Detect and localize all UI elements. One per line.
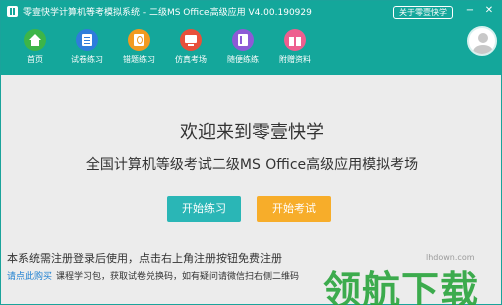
- app-window: 零壹快学计算机等考模拟系统 - 二级MS Office高级应用 V4.00.19…: [0, 0, 502, 305]
- toolbar-paper-practice-label: 试卷练习: [71, 55, 103, 64]
- exam-subtitle: 全国计算机等级考试二级MS Office高级应用模拟考场: [85, 157, 419, 173]
- wrong-question-icon: [128, 29, 150, 51]
- start-practice-button[interactable]: 开始练习: [167, 196, 241, 222]
- toolbar-random-practice-label: 随便练练: [227, 55, 259, 64]
- monitor-icon: [180, 29, 202, 51]
- toolbar-simulated-exam-label: 仿真考场: [175, 55, 207, 64]
- avatar[interactable]: [467, 26, 497, 56]
- gift-icon: [284, 29, 306, 51]
- toolbar-simulated-exam[interactable]: 仿真考场: [169, 29, 213, 65]
- toolbar-bonus-material-label: 附赠资料: [279, 55, 311, 64]
- about-button[interactable]: 关于零壹快学: [393, 6, 453, 19]
- start-exam-button[interactable]: 开始考试: [257, 196, 331, 222]
- watermark: lhdown.com 领航下载: [323, 251, 502, 305]
- minimize-icon[interactable]: −: [464, 5, 476, 17]
- toolbar-home-label: 首页: [27, 55, 43, 64]
- toolbar-paper-practice[interactable]: 试卷练习: [65, 29, 109, 65]
- home-icon: [24, 29, 46, 51]
- welcome-heading: 欢迎来到零壹快学: [180, 122, 324, 143]
- paper-icon: [76, 29, 98, 51]
- window-title: 零壹快学计算机等考模拟系统 - 二级MS Office高级应用 V4.00.19…: [23, 8, 312, 18]
- toolbar-home[interactable]: 首页: [13, 29, 57, 65]
- watermark-text: 领航下载: [323, 268, 480, 305]
- toolbar-bonus-material[interactable]: 附赠资料: [273, 29, 317, 65]
- buy-link[interactable]: 请点此购买: [7, 272, 52, 282]
- title-bar: 零壹快学计算机等考模拟系统 - 二级MS Office高级应用 V4.00.19…: [1, 1, 501, 23]
- toolbar-wrong-practice[interactable]: 错题练习: [117, 29, 161, 65]
- toolbar-random-practice[interactable]: 随便练练: [221, 29, 265, 65]
- book-icon: [232, 29, 254, 51]
- purchase-text: 课程学习包，获取试卷兑换码，如有疑问请微信扫右侧二维码: [56, 272, 300, 282]
- close-icon[interactable]: ✕: [483, 5, 495, 17]
- registration-notice: 本系统需注册登录后使用，点击右上角注册按钮免费注册: [7, 252, 282, 265]
- app-logo-icon: [7, 6, 18, 17]
- toolbar-wrong-practice-label: 错题练习: [123, 55, 155, 64]
- purchase-line: 请点此购买 课程学习包，获取试卷兑换码，如有疑问请微信扫右侧二维码: [7, 269, 299, 282]
- header-bar: 零壹快学计算机等考模拟系统 - 二级MS Office高级应用 V4.00.19…: [1, 1, 501, 75]
